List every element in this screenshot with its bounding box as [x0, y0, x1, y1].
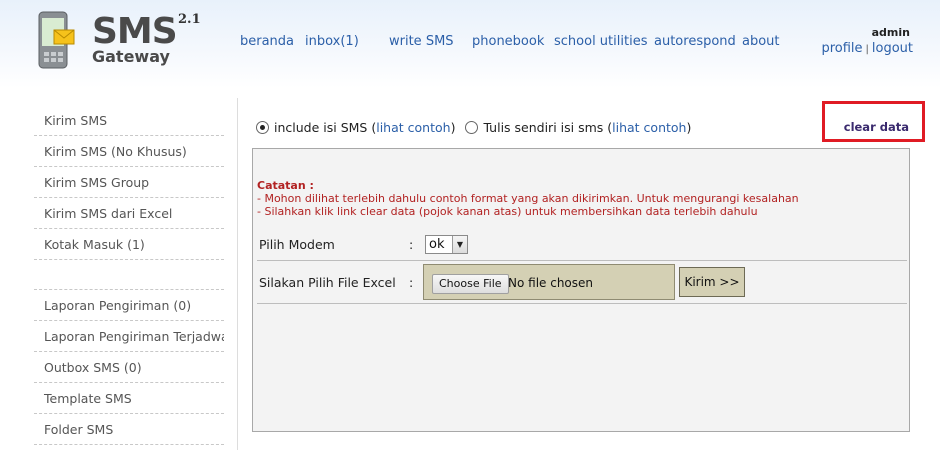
- modem-select[interactable]: ok ▼: [425, 235, 468, 254]
- sidebar-item-laporan-terjadwal[interactable]: Laporan Pengiriman Terjadwal: [34, 321, 224, 352]
- chevron-down-icon: ▼: [452, 236, 467, 253]
- form-panel: Catatan : - Mohon dilihat terlebih dahul…: [252, 148, 910, 432]
- nav-autorespond[interactable]: autorespond: [654, 34, 736, 49]
- sidebar-item-kirim-sms[interactable]: Kirim SMS: [34, 105, 224, 136]
- nav-about[interactable]: about: [742, 34, 780, 49]
- paren-close-1: ): [450, 120, 456, 135]
- sidebar: Kirim SMS Kirim SMS (No Khusus) Kirim SM…: [34, 105, 224, 445]
- modem-select-value: ok: [429, 237, 445, 252]
- sidebar-item-kirim-sms-no-khusus[interactable]: Kirim SMS (No Khusus): [34, 136, 224, 167]
- note-line-1: - Mohon dilihat terlebih dahulu contoh f…: [257, 192, 799, 205]
- nav-phonebook[interactable]: phonebook: [472, 34, 544, 49]
- lihat-contoh-link-2[interactable]: lihat contoh: [612, 120, 686, 135]
- sidebar-divider: [237, 98, 238, 450]
- nav-write-sms[interactable]: write SMS: [389, 34, 454, 49]
- sidebar-item-kotak-masuk[interactable]: Kotak Masuk (1): [34, 229, 224, 260]
- sidebar-item-template[interactable]: Template SMS: [34, 383, 224, 414]
- profile-link[interactable]: profile: [821, 41, 862, 56]
- user-links: profile | logout: [821, 41, 913, 56]
- phone-envelope-icon: [38, 11, 75, 69]
- file-label: Silakan Pilih File Excel: [259, 275, 396, 290]
- sidebar-item-kirim-sms-excel[interactable]: Kirim SMS dari Excel: [34, 198, 224, 229]
- radio-tulis-label: Tulis sendiri isi sms: [483, 120, 604, 135]
- clear-data-link[interactable]: clear data: [844, 120, 909, 134]
- row-divider-2: [257, 303, 907, 304]
- radio-include-label: include isi SMS: [274, 120, 368, 135]
- logo-subtitle: Gateway: [92, 47, 170, 66]
- header: SMS 2.1 Gateway beranda inbox(1) write S…: [0, 0, 940, 88]
- radio-tulis-sendiri[interactable]: [465, 121, 479, 134]
- radio-include-isi-sms[interactable]: [256, 121, 269, 134]
- kirim-button[interactable]: Kirim >>: [679, 267, 745, 297]
- modem-colon: :: [409, 237, 414, 252]
- note-title: Catatan :: [257, 179, 314, 192]
- lihat-contoh-link-1[interactable]: lihat contoh: [376, 120, 450, 135]
- modem-label: Pilih Modem: [259, 237, 335, 252]
- logo[interactable]: SMS 2.1 Gateway: [36, 10, 216, 74]
- sidebar-item-laporan-pengiriman[interactable]: Laporan Pengiriman (0): [34, 290, 224, 321]
- file-input-area: Choose File No file chosen: [423, 264, 675, 300]
- mode-options: include isi SMS (lihat contoh) Tulis sen…: [256, 120, 691, 138]
- note-line-2: - Silahkan klik link clear data (pojok k…: [257, 205, 758, 218]
- clear-data-highlight: clear data: [822, 101, 925, 142]
- nav-inbox[interactable]: inbox(1): [305, 34, 359, 49]
- sidebar-spacer: [34, 260, 224, 290]
- sidebar-item-outbox[interactable]: Outbox SMS (0): [34, 352, 224, 383]
- row-divider-1: [257, 260, 907, 261]
- sidebar-item-folder[interactable]: Folder SMS: [34, 414, 224, 445]
- file-colon: :: [409, 275, 414, 290]
- logout-link[interactable]: logout: [872, 41, 913, 56]
- file-status: No file chosen: [508, 276, 594, 290]
- user-name: admin: [871, 26, 910, 39]
- nav-school-utilities[interactable]: school utilities: [554, 34, 647, 49]
- user-links-separator: |: [865, 44, 869, 55]
- logo-title: SMS: [92, 11, 178, 52]
- logo-version: 2.1: [178, 12, 201, 27]
- choose-file-button[interactable]: Choose File: [432, 274, 509, 294]
- paren-close-2: ): [686, 120, 692, 135]
- sidebar-item-kirim-sms-group[interactable]: Kirim SMS Group: [34, 167, 224, 198]
- nav-beranda[interactable]: beranda: [240, 34, 294, 49]
